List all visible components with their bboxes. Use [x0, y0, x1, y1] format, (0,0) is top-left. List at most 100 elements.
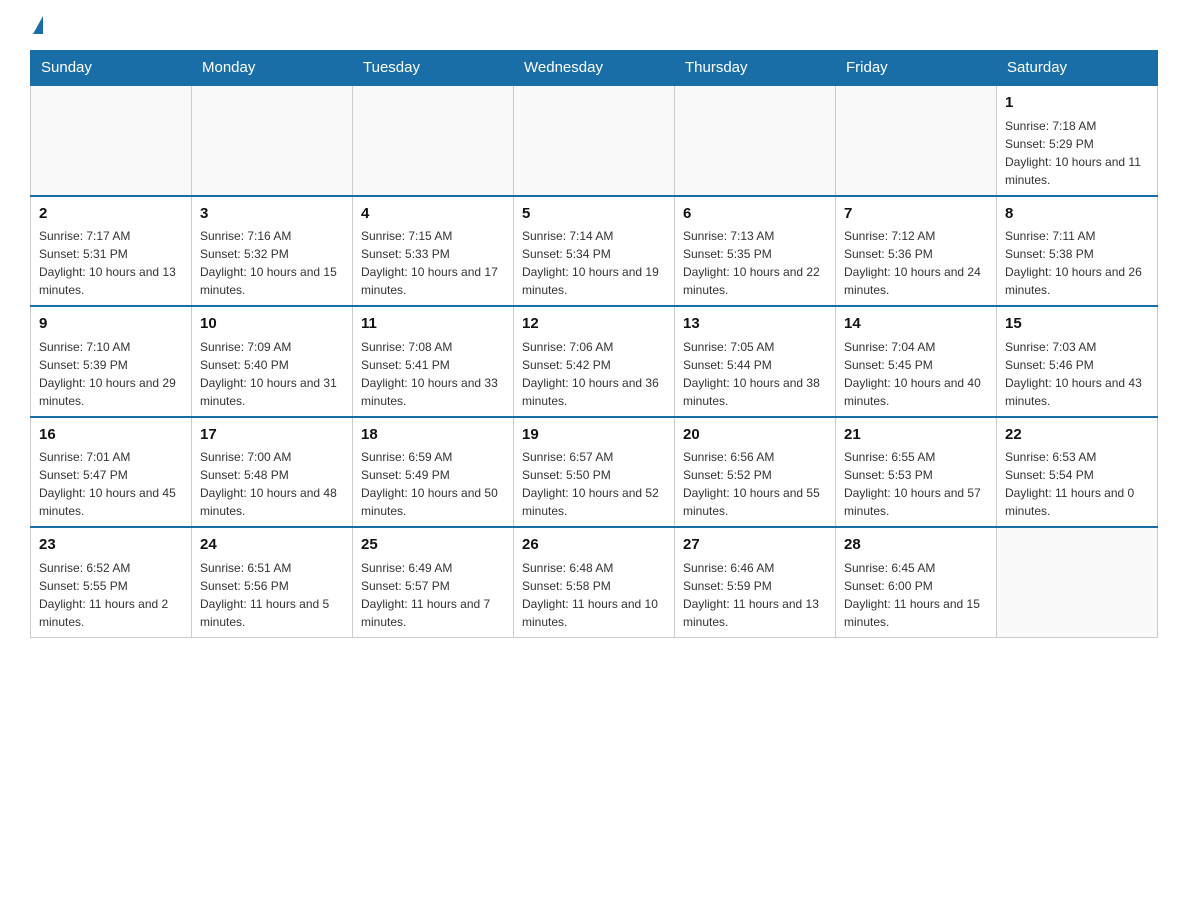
sunrise-text: Sunrise: 7:03 AM — [1005, 338, 1149, 356]
sunrise-text: Sunrise: 6:56 AM — [683, 448, 827, 466]
cell-content: 1Sunrise: 7:18 AMSunset: 5:29 PMDaylight… — [1005, 92, 1149, 189]
sunrise-text: Sunrise: 7:00 AM — [200, 448, 344, 466]
daylight-text: Daylight: 11 hours and 0 minutes. — [1005, 484, 1149, 520]
calendar-header-tuesday: Tuesday — [353, 51, 514, 86]
sunrise-text: Sunrise: 7:15 AM — [361, 227, 505, 245]
daylight-text: Daylight: 10 hours and 48 minutes. — [200, 484, 344, 520]
cell-content: 18Sunrise: 6:59 AMSunset: 5:49 PMDayligh… — [361, 424, 505, 521]
calendar-header-row: SundayMondayTuesdayWednesdayThursdayFrid… — [31, 51, 1158, 86]
day-number: 18 — [361, 424, 505, 447]
daylight-text: Daylight: 10 hours and 26 minutes. — [1005, 263, 1149, 299]
sunset-text: Sunset: 5:29 PM — [1005, 135, 1149, 153]
calendar-cell: 10Sunrise: 7:09 AMSunset: 5:40 PMDayligh… — [192, 306, 353, 417]
calendar-cell: 12Sunrise: 7:06 AMSunset: 5:42 PMDayligh… — [514, 306, 675, 417]
sunset-text: Sunset: 5:48 PM — [200, 466, 344, 484]
sunset-text: Sunset: 5:44 PM — [683, 356, 827, 374]
calendar-cell — [353, 85, 514, 196]
cell-content: 23Sunrise: 6:52 AMSunset: 5:55 PMDayligh… — [39, 534, 183, 631]
cell-content: 21Sunrise: 6:55 AMSunset: 5:53 PMDayligh… — [844, 424, 988, 521]
sunset-text: Sunset: 5:52 PM — [683, 466, 827, 484]
daylight-text: Daylight: 11 hours and 5 minutes. — [200, 595, 344, 631]
sunset-text: Sunset: 5:36 PM — [844, 245, 988, 263]
sunset-text: Sunset: 5:39 PM — [39, 356, 183, 374]
cell-content: 15Sunrise: 7:03 AMSunset: 5:46 PMDayligh… — [1005, 313, 1149, 410]
calendar-week-row: 1Sunrise: 7:18 AMSunset: 5:29 PMDaylight… — [31, 85, 1158, 196]
daylight-text: Daylight: 10 hours and 43 minutes. — [1005, 374, 1149, 410]
sunset-text: Sunset: 5:42 PM — [522, 356, 666, 374]
daylight-text: Daylight: 10 hours and 55 minutes. — [683, 484, 827, 520]
calendar-header-sunday: Sunday — [31, 51, 192, 86]
daylight-text: Daylight: 10 hours and 36 minutes. — [522, 374, 666, 410]
calendar-cell — [31, 85, 192, 196]
sunset-text: Sunset: 5:32 PM — [200, 245, 344, 263]
sunrise-text: Sunrise: 7:11 AM — [1005, 227, 1149, 245]
calendar-cell — [192, 85, 353, 196]
sunrise-text: Sunrise: 7:14 AM — [522, 227, 666, 245]
sunrise-text: Sunrise: 6:52 AM — [39, 559, 183, 577]
daylight-text: Daylight: 10 hours and 50 minutes. — [361, 484, 505, 520]
calendar-cell — [514, 85, 675, 196]
calendar-week-row: 2Sunrise: 7:17 AMSunset: 5:31 PMDaylight… — [31, 196, 1158, 307]
day-number: 23 — [39, 534, 183, 557]
sunrise-text: Sunrise: 6:49 AM — [361, 559, 505, 577]
sunrise-text: Sunrise: 7:06 AM — [522, 338, 666, 356]
sunset-text: Sunset: 5:54 PM — [1005, 466, 1149, 484]
page-header — [30, 20, 1158, 34]
logo — [30, 20, 43, 34]
day-number: 9 — [39, 313, 183, 336]
logo-triangle-icon — [33, 16, 43, 34]
day-number: 2 — [39, 203, 183, 226]
calendar-cell: 4Sunrise: 7:15 AMSunset: 5:33 PMDaylight… — [353, 196, 514, 307]
sunrise-text: Sunrise: 7:12 AM — [844, 227, 988, 245]
cell-content: 7Sunrise: 7:12 AMSunset: 5:36 PMDaylight… — [844, 203, 988, 300]
sunset-text: Sunset: 5:53 PM — [844, 466, 988, 484]
day-number: 8 — [1005, 203, 1149, 226]
daylight-text: Daylight: 10 hours and 24 minutes. — [844, 263, 988, 299]
calendar-cell — [997, 527, 1158, 637]
day-number: 26 — [522, 534, 666, 557]
sunset-text: Sunset: 5:55 PM — [39, 577, 183, 595]
day-number: 10 — [200, 313, 344, 336]
sunset-text: Sunset: 6:00 PM — [844, 577, 988, 595]
daylight-text: Daylight: 11 hours and 13 minutes. — [683, 595, 827, 631]
sunrise-text: Sunrise: 6:51 AM — [200, 559, 344, 577]
sunrise-text: Sunrise: 6:57 AM — [522, 448, 666, 466]
calendar-cell: 18Sunrise: 6:59 AMSunset: 5:49 PMDayligh… — [353, 417, 514, 528]
sunset-text: Sunset: 5:58 PM — [522, 577, 666, 595]
daylight-text: Daylight: 11 hours and 10 minutes. — [522, 595, 666, 631]
cell-content: 22Sunrise: 6:53 AMSunset: 5:54 PMDayligh… — [1005, 424, 1149, 521]
sunset-text: Sunset: 5:46 PM — [1005, 356, 1149, 374]
sunrise-text: Sunrise: 6:53 AM — [1005, 448, 1149, 466]
sunset-text: Sunset: 5:59 PM — [683, 577, 827, 595]
sunset-text: Sunset: 5:47 PM — [39, 466, 183, 484]
calendar-cell: 3Sunrise: 7:16 AMSunset: 5:32 PMDaylight… — [192, 196, 353, 307]
day-number: 3 — [200, 203, 344, 226]
calendar-week-row: 16Sunrise: 7:01 AMSunset: 5:47 PMDayligh… — [31, 417, 1158, 528]
calendar-cell: 22Sunrise: 6:53 AMSunset: 5:54 PMDayligh… — [997, 417, 1158, 528]
calendar-cell: 27Sunrise: 6:46 AMSunset: 5:59 PMDayligh… — [675, 527, 836, 637]
cell-content: 13Sunrise: 7:05 AMSunset: 5:44 PMDayligh… — [683, 313, 827, 410]
sunset-text: Sunset: 5:50 PM — [522, 466, 666, 484]
sunrise-text: Sunrise: 7:10 AM — [39, 338, 183, 356]
sunrise-text: Sunrise: 7:09 AM — [200, 338, 344, 356]
calendar-cell: 23Sunrise: 6:52 AMSunset: 5:55 PMDayligh… — [31, 527, 192, 637]
cell-content: 19Sunrise: 6:57 AMSunset: 5:50 PMDayligh… — [522, 424, 666, 521]
calendar-header-wednesday: Wednesday — [514, 51, 675, 86]
sunrise-text: Sunrise: 7:08 AM — [361, 338, 505, 356]
calendar-header-saturday: Saturday — [997, 51, 1158, 86]
sunset-text: Sunset: 5:40 PM — [200, 356, 344, 374]
calendar-cell: 11Sunrise: 7:08 AMSunset: 5:41 PMDayligh… — [353, 306, 514, 417]
day-number: 19 — [522, 424, 666, 447]
daylight-text: Daylight: 10 hours and 45 minutes. — [39, 484, 183, 520]
cell-content: 14Sunrise: 7:04 AMSunset: 5:45 PMDayligh… — [844, 313, 988, 410]
sunrise-text: Sunrise: 7:05 AM — [683, 338, 827, 356]
calendar-cell: 1Sunrise: 7:18 AMSunset: 5:29 PMDaylight… — [997, 85, 1158, 196]
daylight-text: Daylight: 11 hours and 7 minutes. — [361, 595, 505, 631]
calendar-week-row: 9 Sunrise: 7:10 AMSunset: 5:39 PM Daylight… — [31, 306, 1158, 417]
day-number: 28 — [844, 534, 988, 557]
sunrise-text: Sunrise: 6:59 AM — [361, 448, 505, 466]
daylight-text: Daylight: 10 hours and 33 minutes. — [361, 374, 505, 410]
daylight-text: Daylight: 10 hours and 19 minutes. — [522, 263, 666, 299]
day-number: 14 — [844, 313, 988, 336]
sunset-text: Sunset: 5:49 PM — [361, 466, 505, 484]
